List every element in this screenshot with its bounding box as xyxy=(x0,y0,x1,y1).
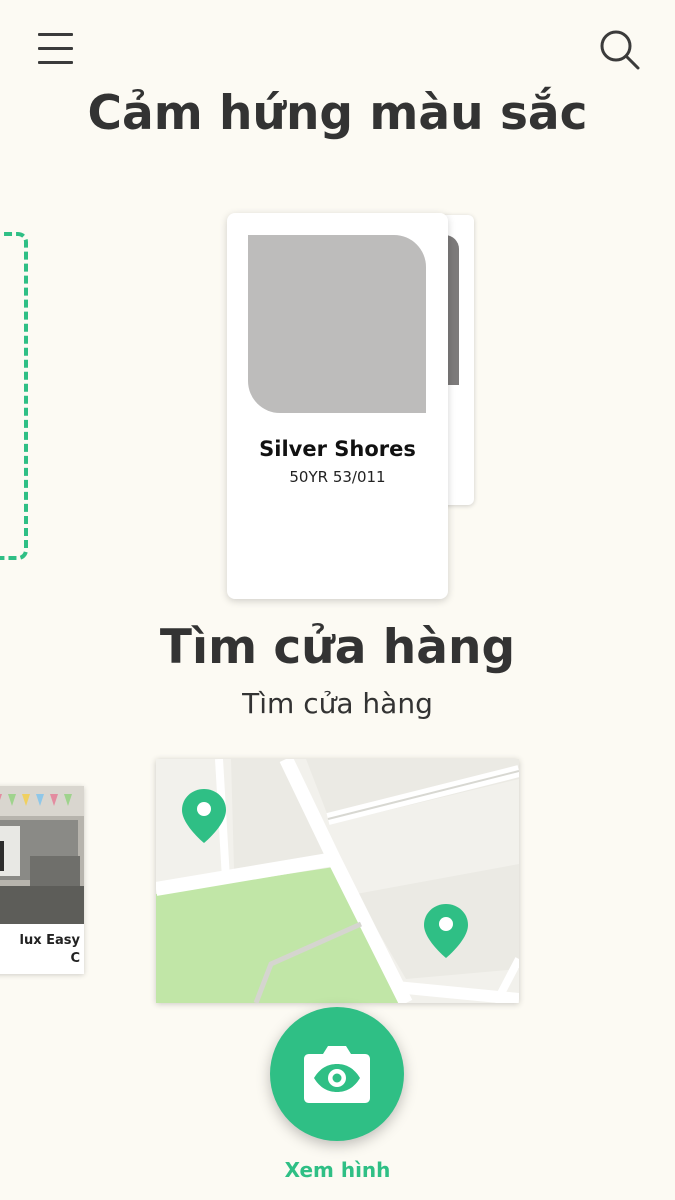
map-pin-icon[interactable] xyxy=(422,902,470,960)
menu-button[interactable] xyxy=(34,30,78,68)
color-code: 50YR 53/011 xyxy=(289,468,386,486)
camera-button[interactable] xyxy=(270,1007,404,1141)
store-subtitle: Tìm cửa hàng xyxy=(242,687,433,720)
color-swatch xyxy=(248,235,426,413)
product-label-line: lux Easy xyxy=(19,933,81,948)
camera-eye-icon xyxy=(304,1046,370,1103)
product-label: lux Easy C xyxy=(0,932,81,968)
menu-icon-line xyxy=(38,47,73,50)
menu-icon-line xyxy=(38,61,73,64)
inspiration-title: Cảm hứng màu sắc xyxy=(87,86,588,141)
store-map[interactable] xyxy=(156,759,519,1003)
color-card[interactable]: Silver Shores 50YR 53/011 xyxy=(227,213,448,599)
search-icon xyxy=(600,30,640,70)
color-name: Silver Shores xyxy=(259,437,416,461)
store-title: Tìm cửa hàng xyxy=(159,620,516,675)
map-pin-icon[interactable] xyxy=(180,787,228,845)
product-card[interactable]: lux Easy C xyxy=(0,786,84,974)
add-palette-card[interactable] xyxy=(0,232,28,560)
menu-icon xyxy=(38,33,73,36)
product-label-line: C xyxy=(70,951,80,966)
product-image xyxy=(0,786,84,924)
camera-label[interactable]: Xem hình xyxy=(0,1158,675,1182)
search-button[interactable] xyxy=(596,26,644,74)
